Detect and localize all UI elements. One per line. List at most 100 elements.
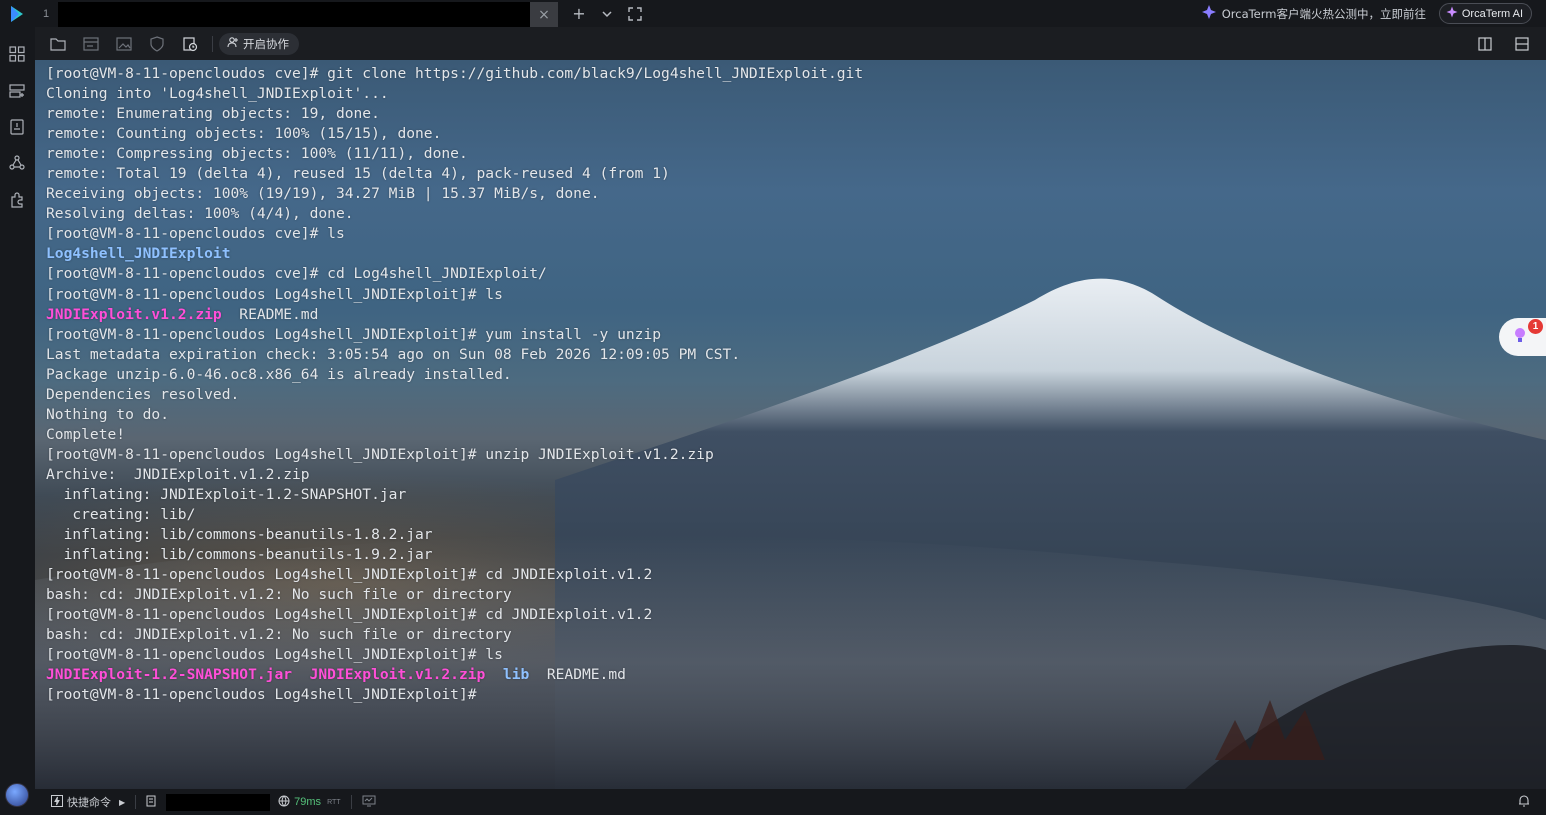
terminal-line: Last metadata expiration check: 3:05:54 … (46, 345, 1526, 365)
terminal-line: Cloning into 'Log4shell_JNDIExploit'... (46, 84, 1526, 104)
terminal-text: remote: Compressing objects: 100% (11/11… (46, 145, 468, 163)
terminal-line: inflating: lib/commons-beanutils-1.9.2.j… (46, 545, 1526, 565)
quick-commands-label: 快捷命令 (67, 796, 111, 809)
collaboration-button[interactable]: 开启协作 (219, 32, 299, 55)
file-transfer-icon[interactable] (7, 117, 27, 137)
user-avatar[interactable] (5, 783, 29, 807)
archive-entry: JNDIExploit-1.2-SNAPSHOT.jar (46, 666, 293, 684)
bell-icon (1518, 794, 1530, 810)
terminal-line: creating: lib/ (46, 505, 1526, 525)
network-latency[interactable]: 79ms RTT (278, 795, 341, 810)
terminal-line: Dependencies resolved. (46, 385, 1526, 405)
terminal-line: [root@VM-8-11-opencloudos cve]# ls (46, 224, 1526, 244)
terminal-text: inflating: lib/commons-beanutils-1.8.2.j… (46, 526, 433, 544)
terminal-line: Archive: JNDIExploit.v1.2.zip (46, 465, 1526, 485)
terminal-text: remote: Counting objects: 100% (15/15), … (46, 125, 442, 143)
terminal-text: Complete! (46, 425, 126, 443)
new-tab-button[interactable]: + (566, 0, 592, 27)
image-icon[interactable] (107, 27, 140, 60)
terminal-text: bash: cd: JNDIExploit.v1.2: No such file… (46, 586, 512, 604)
terminal-line: [root@VM-8-11-opencloudos Log4shell_JNDI… (46, 325, 1526, 345)
terminal-text: bash: cd: JNDIExploit.v1.2: No such file… (46, 626, 512, 644)
orcaterm-ai-button[interactable]: OrcaTerm AI (1438, 3, 1532, 24)
ai-button-label: OrcaTerm AI (1461, 7, 1523, 20)
plugin-icon[interactable] (7, 190, 27, 210)
terminal-text: [root@VM-8-11-opencloudos cve]# git clon… (46, 65, 864, 82)
folder-icon[interactable] (41, 27, 74, 60)
terminal-line: bash: cd: JNDIExploit.v1.2: No such file… (46, 625, 1526, 645)
terminal-text: [root@VM-8-11-opencloudos Log4shell_JNDI… (46, 606, 653, 624)
host-info[interactable] (146, 793, 271, 811)
terminal-line: [root@VM-8-11-opencloudos cve]# git clon… (46, 64, 1526, 84)
notification-count-badge: 1 (1528, 319, 1543, 334)
archive-entry: JNDIExploit.v1.2.zip (46, 305, 222, 323)
latency-unit: RTT (327, 798, 341, 806)
terminal-text: [root@VM-8-11-opencloudos Log4shell_JNDI… (46, 445, 714, 463)
host-address (166, 793, 271, 811)
terminal-line: [root@VM-8-11-opencloudos Log4shell_JNDI… (46, 445, 1526, 465)
terminal-line: Nothing to do. (46, 405, 1526, 425)
clipboard-clock-icon[interactable] (173, 27, 206, 60)
terminal-text: [root@VM-8-11-opencloudos cve]# ls (46, 225, 345, 243)
directory-entry: lib (502, 666, 530, 684)
terminal-text: README.md (529, 666, 626, 684)
apps-grid-icon[interactable] (7, 44, 27, 64)
terminal-text: remote: Enumerating objects: 19, done. (46, 105, 380, 123)
fullscreen-icon[interactable] (622, 0, 648, 27)
toolbar-divider (212, 35, 213, 52)
latency-value: 79ms (294, 796, 322, 808)
activity-bar (0, 27, 35, 815)
terminal-text: README.md (221, 305, 319, 323)
promo-text: OrcaTerm客户端火热公测中，立即前往 (1221, 6, 1426, 21)
split-horizontal-icon[interactable] (1505, 27, 1538, 60)
terminal-pane[interactable]: [root@VM-8-11-opencloudos cve]# git clon… (35, 60, 1546, 789)
terminal-text: Resolving deltas: 100% (4/4), done. (46, 205, 354, 223)
terminal-line: inflating: JNDIExploit-1.2-SNAPSHOT.jar (46, 485, 1526, 505)
terminal-line: bash: cd: JNDIExploit.v1.2: No such file… (46, 585, 1526, 605)
close-tab-button[interactable]: × (530, 2, 558, 27)
app-logo-icon[interactable] (0, 0, 34, 27)
terminal-line: JNDIExploit-1.2-SNAPSHOT.jar JNDIExploit… (46, 665, 1526, 685)
terminal-line: Package unzip-6.0-46.oc8.x86_64 is alrea… (46, 365, 1526, 385)
terminal-text: Dependencies resolved. (46, 385, 240, 403)
terminal-line: Log4shell_JNDIExploit (46, 244, 1526, 264)
terminal-text: [root@VM-8-11-opencloudos Log4shell_JNDI… (46, 325, 662, 343)
terminal-line: inflating: lib/commons-beanutils-1.8.2.j… (46, 525, 1526, 545)
caret-right-icon: ▶ (119, 797, 126, 807)
terminal-text: creating: lib/ (46, 506, 196, 524)
share-icon[interactable] (7, 153, 27, 173)
terminal-line: [root@VM-8-11-opencloudos Log4shell_JNDI… (46, 685, 1526, 705)
terminal-toolbar: 开启协作 (35, 27, 1546, 60)
terminal-text: Archive: JNDIExploit.v1.2.zip (46, 465, 310, 483)
terminal-text: Package unzip-6.0-46.oc8.x86_64 is alrea… (46, 365, 512, 383)
monitor-button[interactable] (362, 795, 376, 810)
client-promo-link[interactable]: OrcaTerm客户端火热公测中，立即前往 (1201, 0, 1426, 27)
tab-list-dropdown-icon[interactable] (594, 0, 620, 27)
collaboration-label: 开启协作 (243, 36, 289, 51)
notifications-button[interactable] (1518, 794, 1530, 810)
monitor-icon (362, 795, 376, 810)
server-list-icon[interactable] (7, 81, 27, 101)
status-divider (350, 795, 352, 809)
file-manager-icon[interactable] (74, 27, 107, 60)
split-vertical-icon[interactable] (1468, 27, 1501, 60)
security-icon[interactable] (140, 27, 173, 60)
quick-commands-button[interactable]: 快捷命令 ▶ (51, 794, 125, 810)
session-tab[interactable] (58, 2, 530, 27)
terminal-line: [root@VM-8-11-opencloudos Log4shell_JNDI… (46, 285, 1526, 305)
terminal-text: inflating: JNDIExploit-1.2-SNAPSHOT.jar (46, 485, 407, 503)
terminal-text: remote: Total 19 (delta 4), reused 15 (d… (46, 165, 670, 183)
terminal-line: JNDIExploit.v1.2.zip README.md (46, 305, 1526, 325)
ai-sparkle-icon (1446, 6, 1458, 21)
tab-index[interactable]: 1 (34, 0, 58, 27)
terminal-line: remote: Enumerating objects: 19, done. (46, 104, 1526, 124)
lightning-icon (51, 794, 63, 810)
terminal-line: [root@VM-8-11-opencloudos Log4shell_JNDI… (46, 645, 1526, 665)
terminal-text: [root@VM-8-11-opencloudos Log4shell_JNDI… (46, 566, 653, 584)
terminal-line: [root@VM-8-11-opencloudos Log4shell_JNDI… (46, 565, 1526, 585)
terminal-line: Resolving deltas: 100% (4/4), done. (46, 204, 1526, 224)
terminal-text: [root@VM-8-11-opencloudos cve]# cd Log4s… (46, 265, 547, 283)
terminal-line: [root@VM-8-11-opencloudos Log4shell_JNDI… (46, 605, 1526, 625)
